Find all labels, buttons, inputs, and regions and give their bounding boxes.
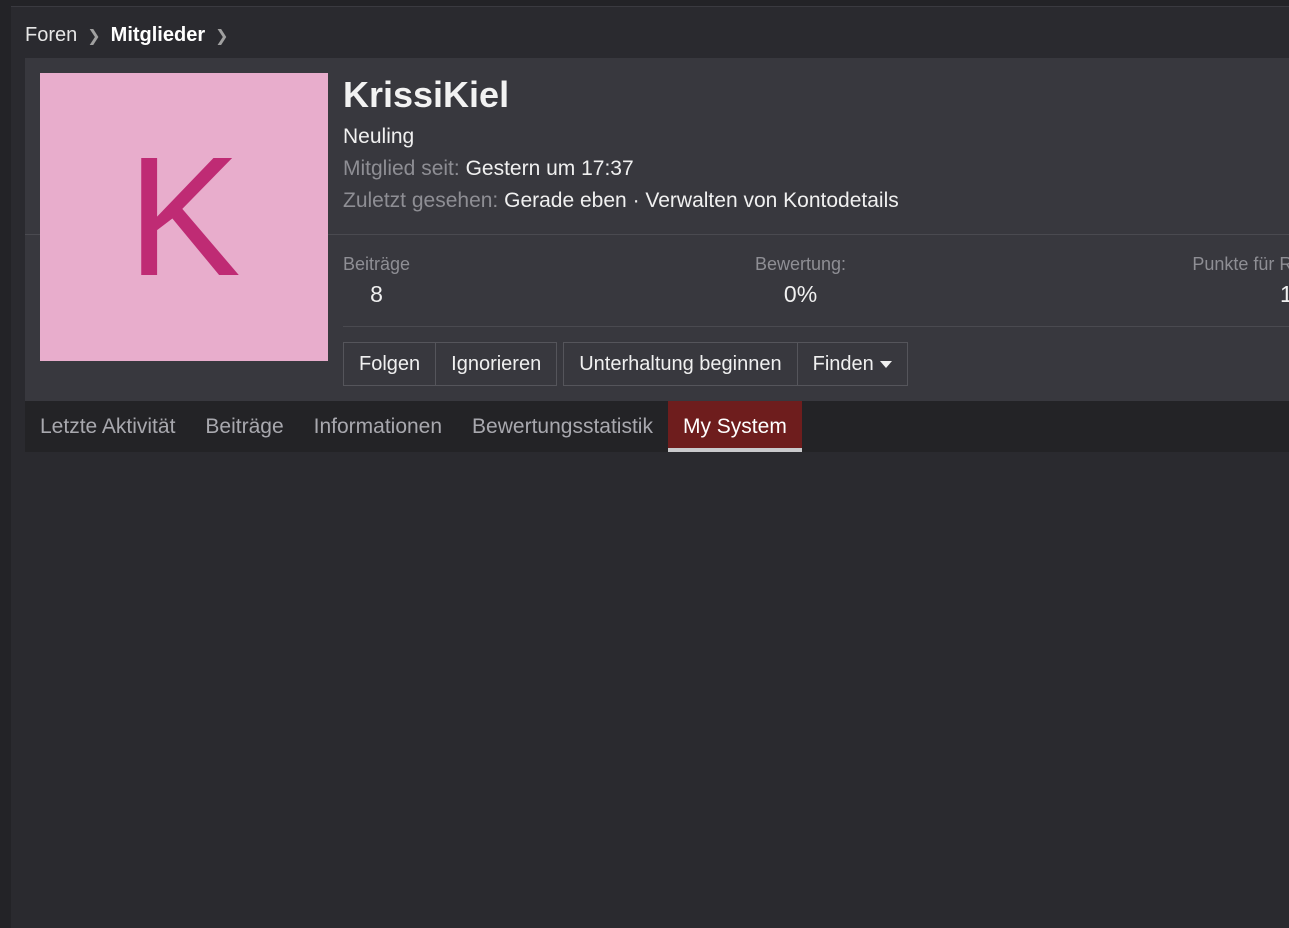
caret-down-icon	[879, 360, 892, 368]
manage-account-link[interactable]: Verwalten von Kontodetails	[645, 189, 898, 212]
start-conversation-button[interactable]: Unterhaltung beginnen	[564, 343, 797, 385]
find-button-label: Finden	[812, 352, 874, 375]
breadcrumb: Foren ❯ Mitglieder ❯	[25, 24, 239, 47]
chevron-right-icon: ❯	[87, 27, 101, 45]
profile-tabs: Letzte Aktivität Beiträge Informationen …	[25, 401, 1289, 452]
member-since: Mitglied seit: Gestern um 17:37	[343, 157, 899, 181]
stat-posts-label: Beiträge	[343, 254, 411, 274]
last-seen-value: Gerade eben	[504, 189, 627, 212]
profile-page: Foren ❯ Mitglieder ❯ K KrissiKiel Neulin…	[0, 0, 1289, 928]
last-seen: Zuletzt gesehen: Gerade eben · Verwalten…	[343, 189, 899, 213]
username[interactable]: KrissiKiel	[343, 73, 899, 117]
chevron-right-icon: ❯	[215, 27, 229, 45]
member-actions: Folgen Ignorieren Unterhaltung beginnen …	[343, 342, 914, 386]
ignore-button[interactable]: Ignorieren	[435, 343, 557, 385]
stat-rating-value: 0%	[783, 281, 818, 307]
stat-rating-label: Bewertung:	[755, 254, 847, 274]
breadcrumb-members-link[interactable]: Mitglieder	[111, 24, 205, 47]
user-rank: Neuling	[343, 125, 415, 148]
conversation-find-group: Unterhaltung beginnen Finden	[563, 342, 908, 386]
tab-my-system[interactable]: My System	[667, 401, 802, 452]
top-border	[11, 0, 1289, 7]
stat-points-label: Punkte für R	[1192, 254, 1289, 274]
tab-information[interactable]: Informationen	[299, 401, 457, 452]
member-since-value: Gestern um 17:37	[465, 157, 634, 180]
stat-posts[interactable]: Beiträge 8	[343, 254, 410, 308]
member-header-card: K KrissiKiel Neuling Mitglied seit: Gest…	[25, 58, 1289, 401]
last-seen-separator: ·	[632, 189, 640, 212]
avatar-letter: K	[127, 122, 241, 312]
breadcrumb-forums-link[interactable]: Foren	[25, 24, 77, 47]
member-info: KrissiKiel Neuling Mitglied seit: Gester…	[343, 73, 899, 213]
last-seen-label: Zuletzt gesehen:	[343, 189, 499, 212]
avatar[interactable]: K	[40, 73, 328, 361]
tab-rating-statistics[interactable]: Bewertungsstatistik	[457, 401, 668, 452]
follow-ignore-group: Folgen Ignorieren	[343, 342, 558, 386]
stat-points-value: 1	[1280, 281, 1289, 307]
stat-rating: Bewertung: 0%	[755, 254, 846, 308]
tab-posts[interactable]: Beiträge	[190, 401, 298, 452]
tab-latest-activity[interactable]: Letzte Aktivität	[25, 401, 190, 452]
follow-button[interactable]: Folgen	[344, 343, 436, 385]
stat-points[interactable]: Punkte für R 1	[1192, 254, 1289, 308]
find-dropdown-button[interactable]: Finden	[796, 343, 907, 385]
member-since-label: Mitglied seit:	[343, 157, 460, 180]
member-stats: Beiträge 8 Bewertung: 0% Punkte für R 1	[343, 254, 1289, 327]
stat-posts-value: 8	[370, 281, 383, 307]
